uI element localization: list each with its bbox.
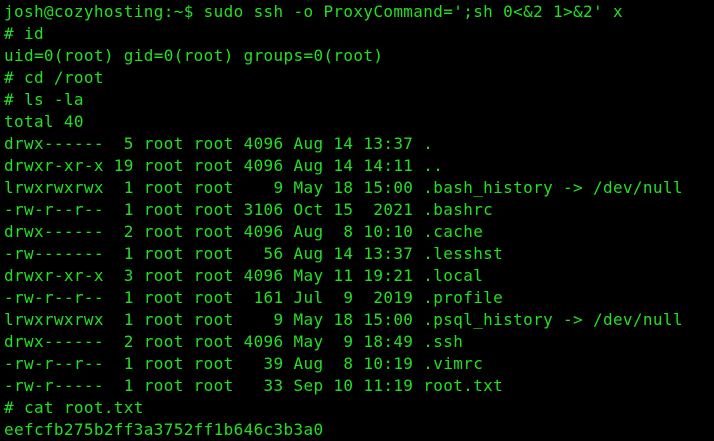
command-line-ls: # ls -la [4,90,84,109]
listing-row: -rw-r----- 1 root root 33 Sep 10 11:19 r… [4,376,504,395]
listing-row: drwxr-xr-x 19 root root 4096 Aug 14 14:1… [4,156,444,175]
listing-row: -rw-r--r-- 1 root root 161 Jul 9 2019 .p… [4,288,504,307]
command-line-id: # id [4,24,44,43]
listing-row: lrwxrwxrwx 1 root root 9 May 18 15:00 .p… [4,310,683,329]
listing-row: -rw------- 1 root root 56 Aug 14 13:37 .… [4,244,504,263]
listing-row: drwx------ 2 root root 4096 Aug 8 10:10 … [4,222,484,241]
terminal-window[interactable]: josh@cozyhosting:~$ sudo ssh -o ProxyCom… [0,0,714,439]
listing-row: lrwxrwxrwx 1 root root 9 May 18 15:00 .b… [4,178,683,197]
output-line-id: uid=0(root) gid=0(root) groups=0(root) [4,46,384,65]
listing-row: -rw-r--r-- 1 root root 39 Aug 8 10:19 .v… [4,354,484,373]
listing-row: drwx------ 5 root root 4096 Aug 14 13:37… [4,134,434,153]
output-line-total: total 40 [4,112,84,131]
listing-row: drwx------ 2 root root 4096 May 9 18:49 … [4,332,464,351]
listing-row: -rw-r--r-- 1 root root 3106 Oct 15 2021 … [4,200,494,219]
command-line-ssh: josh@cozyhosting:~$ sudo ssh -o ProxyCom… [4,2,623,21]
command-line-cd: # cd /root [4,68,104,87]
listing-row: drwxr-xr-x 3 root root 4096 May 11 19:21… [4,266,484,285]
command-line-cat: # cat root.txt [4,398,144,417]
